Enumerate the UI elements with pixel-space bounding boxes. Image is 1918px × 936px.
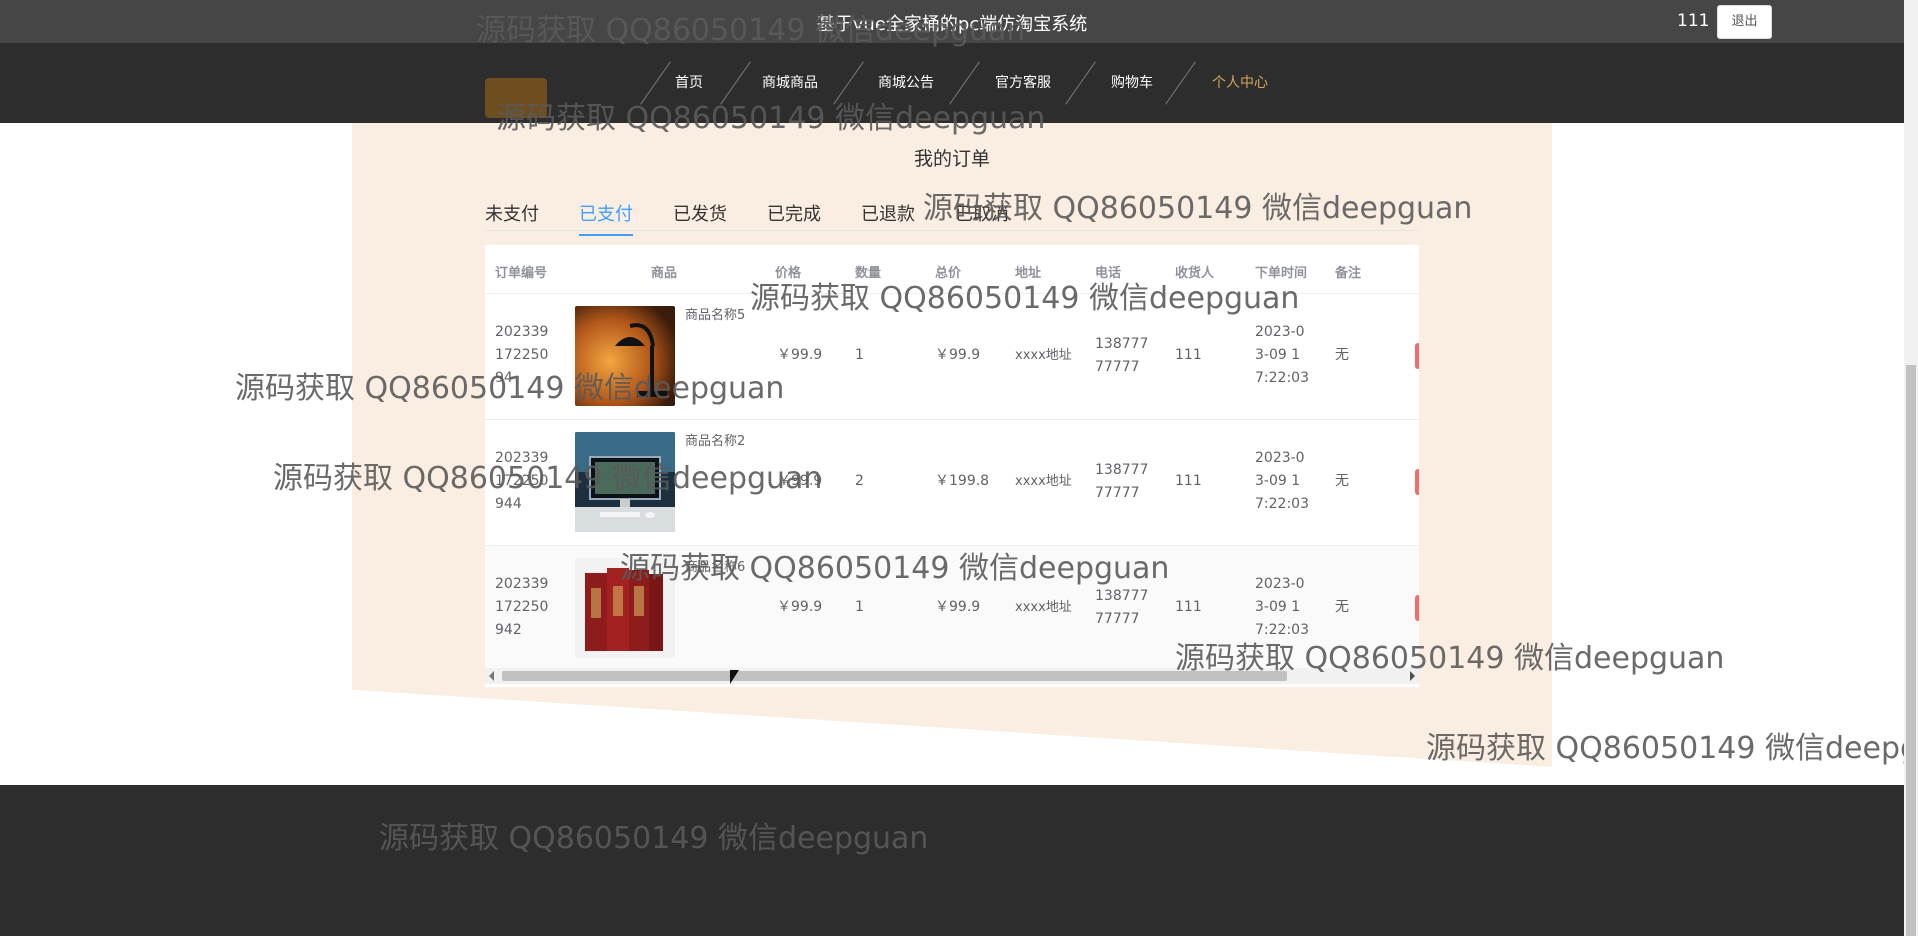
phone: 13877777777	[1095, 336, 1149, 375]
nav-item-profile[interactable]: 个人中心	[1200, 43, 1280, 123]
column-header: 收货人	[1175, 266, 1215, 281]
total-price: ￥99.9	[935, 347, 981, 363]
order-number: 202339172250942	[495, 576, 549, 638]
main-nav: 首页 商城商品 商城公告 官方客服 购物车 个人中心	[0, 43, 1904, 123]
page-title: 我的订单	[913, 148, 990, 170]
order-time: 2023-03-09 17:22:03	[1255, 450, 1309, 512]
table-row: 202339172250942 商品名称6 ￥99.9 1 ￥99.9 xxxx…	[485, 546, 1419, 672]
remark: 无	[1335, 599, 1349, 615]
column-header: 商品	[651, 266, 678, 281]
red-books-icon	[575, 558, 675, 658]
column-header: 备注	[1335, 266, 1362, 281]
price: ￥99.9	[777, 473, 823, 489]
receiver: 111	[1175, 473, 1202, 489]
tab-shipped[interactable]: 已发货	[673, 200, 727, 234]
order-status-tabs: 未支付 已支付 已发货 已完成 已退款 已取消	[485, 196, 1419, 236]
nav-item-home[interactable]: 首页	[665, 43, 713, 123]
product-name: 商品名称6	[685, 560, 746, 575]
remark: 无	[1335, 347, 1349, 363]
order-time: 2023-03-09 17:22:03	[1255, 324, 1309, 386]
column-header: 数量	[855, 266, 882, 281]
nav-item-customer-service[interactable]: 官方客服	[985, 43, 1061, 123]
quantity: 2	[855, 473, 864, 489]
product-name: 商品名称5	[685, 308, 746, 323]
scrollbar-thumb[interactable]	[502, 671, 1287, 681]
column-header: 价格	[775, 266, 802, 281]
remark: 无	[1335, 473, 1349, 489]
product-name: 商品名称2	[685, 434, 746, 449]
column-header: 地址	[1015, 266, 1042, 281]
quantity: 1	[855, 347, 864, 363]
nav-item-cart[interactable]: 购物车	[1102, 43, 1162, 123]
desktop-computer-icon	[575, 432, 675, 532]
product-image	[575, 558, 675, 658]
nav-item-products[interactable]: 商城商品	[752, 43, 828, 123]
column-header: 总价	[935, 266, 962, 281]
address: xxxx地址	[1015, 348, 1072, 363]
address: xxxx地址	[1015, 600, 1072, 615]
logout-button[interactable]: 退出	[1717, 5, 1772, 39]
total-price: ￥99.9	[935, 599, 981, 615]
action-button[interactable]	[1415, 595, 1419, 621]
action-button[interactable]	[1415, 343, 1419, 369]
price: ￥99.9	[777, 599, 823, 615]
page-scrollbar-thumb[interactable]	[1906, 365, 1916, 936]
address: xxxx地址	[1015, 474, 1072, 489]
phone: 13877777777	[1095, 462, 1149, 501]
tab-paid[interactable]: 已支付	[579, 200, 633, 236]
scroll-right-arrow-icon[interactable]	[1410, 671, 1415, 681]
page-footer	[0, 785, 1904, 936]
receiver: 111	[1175, 599, 1202, 615]
mouse-cursor-icon	[730, 670, 739, 684]
site-title: 基于vue全家桶的pc端仿淘宝系统	[816, 14, 1088, 35]
table-header: 订单编号 商品 价格 数量 总价 地址 电话 收货人 下单时间 备注	[485, 245, 1419, 294]
nav-divider	[720, 61, 751, 105]
tab-completed[interactable]: 已完成	[767, 200, 821, 234]
tab-unpaid[interactable]: 未支付	[485, 200, 539, 234]
table-row: 20233917225094 商品名称5 ￥99.9 1 ￥99.9 xxxx地…	[485, 294, 1419, 420]
total-price: ￥199.8	[935, 473, 990, 489]
product-image	[575, 306, 675, 406]
nav-divider	[833, 61, 864, 105]
nav-divider	[1065, 61, 1096, 105]
top-bar: 基于vue全家桶的pc端仿淘宝系统 111 退出	[0, 0, 1904, 43]
table-row: 202339172250944 商品名称2 ￥99.9 2 ￥199.8 xxx…	[485, 420, 1419, 546]
tab-cancelled[interactable]: 已取消	[955, 200, 1009, 234]
phone: 13877777777	[1095, 588, 1149, 627]
product-image	[575, 432, 675, 532]
action-button[interactable]	[1415, 469, 1419, 495]
nav-divider	[949, 61, 980, 105]
order-number: 20233917225094	[495, 324, 549, 386]
desk-lamp-icon	[575, 306, 675, 406]
scroll-left-arrow-icon[interactable]	[489, 671, 494, 681]
order-time: 2023-03-09 17:22:03	[1255, 576, 1309, 638]
nav-divider	[1165, 61, 1196, 105]
nav-badge	[485, 78, 547, 118]
tab-refunded[interactable]: 已退款	[861, 200, 915, 234]
page-vertical-scrollbar[interactable]	[1904, 0, 1918, 936]
username-label[interactable]: 111	[1677, 11, 1709, 31]
column-header: 订单编号	[495, 266, 548, 281]
nav-item-announcements[interactable]: 商城公告	[868, 43, 944, 123]
orders-table: 订单编号 商品 价格 数量 总价 地址 电话 收货人 下单时间 备注 20233…	[485, 245, 1419, 687]
quantity: 1	[855, 599, 864, 615]
price: ￥99.9	[777, 347, 823, 363]
column-header: 电话	[1095, 266, 1122, 281]
order-number: 202339172250944	[495, 450, 549, 512]
table-horizontal-scrollbar[interactable]	[485, 668, 1419, 684]
column-header: 下单时间	[1255, 266, 1308, 281]
receiver: 111	[1175, 347, 1202, 363]
